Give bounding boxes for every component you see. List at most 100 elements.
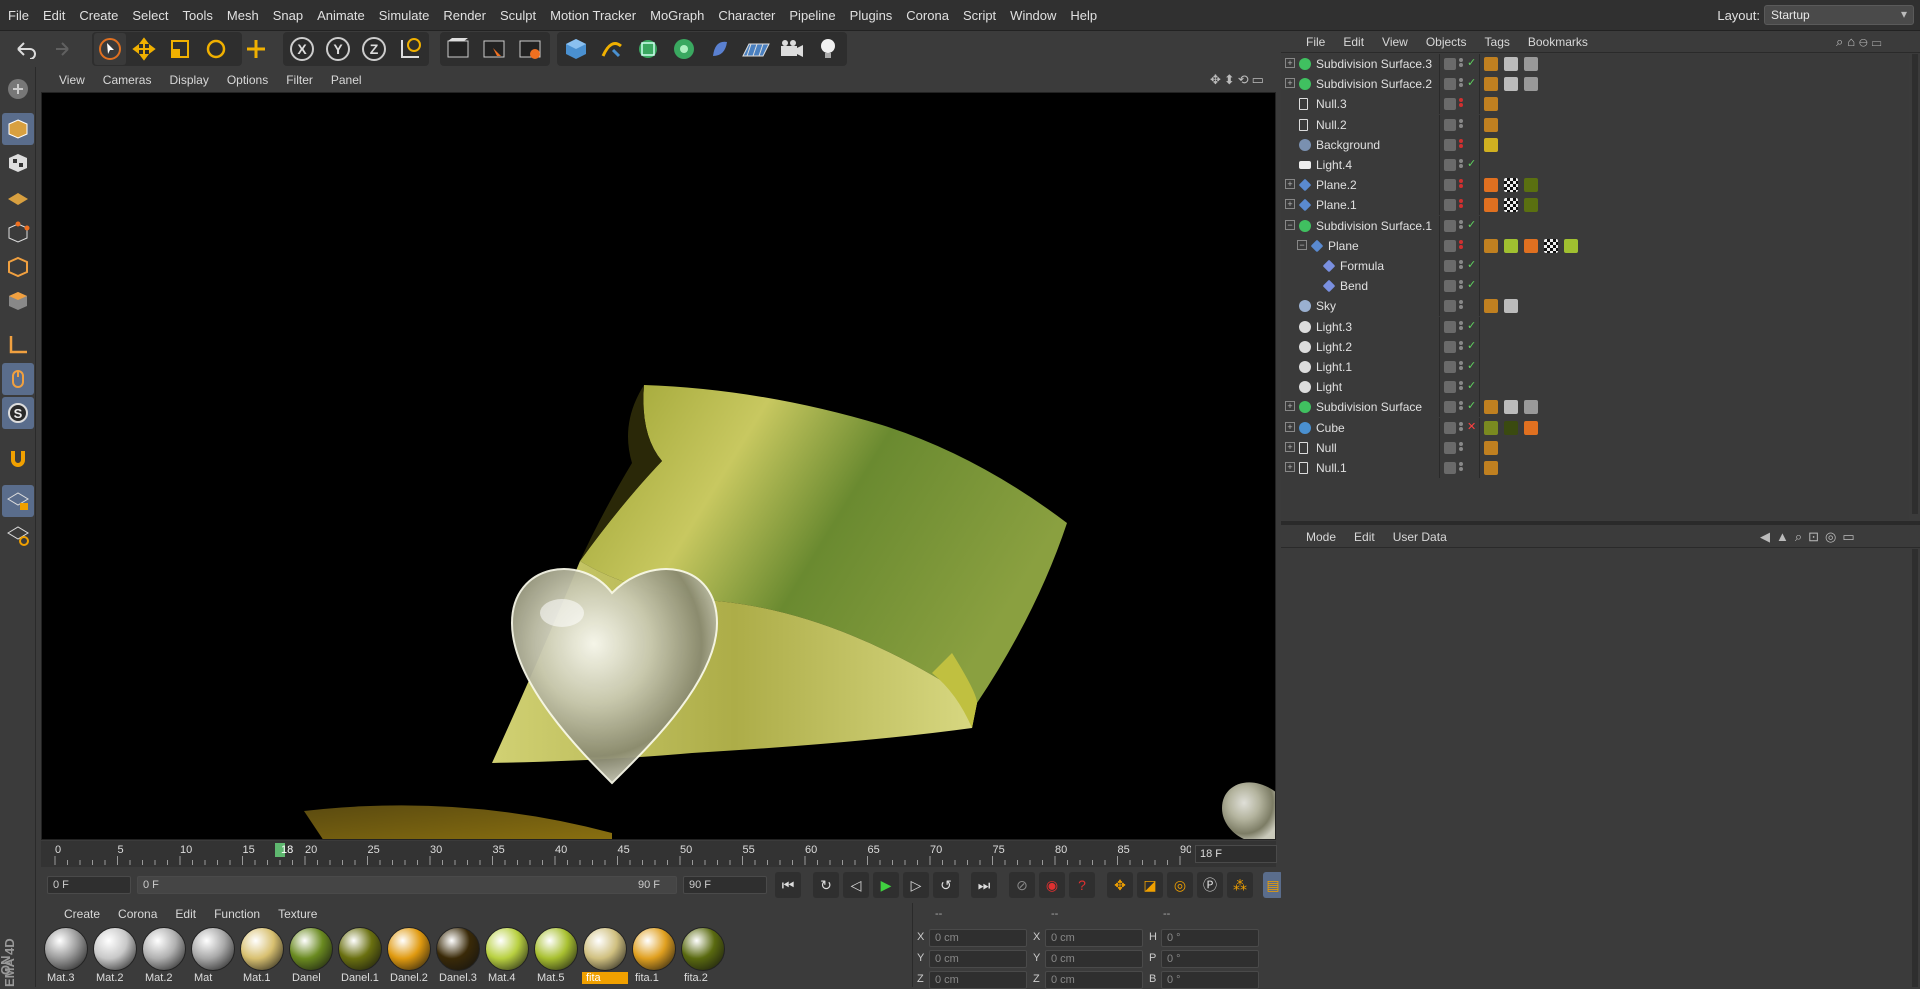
visibility-dots-icon[interactable]: [1459, 360, 1465, 374]
viewport-menu-view[interactable]: View: [50, 73, 94, 87]
menu-tools[interactable]: Tools: [176, 8, 220, 23]
object-tag-icon[interactable]: [1544, 238, 1558, 253]
menu-edit[interactable]: Edit: [36, 8, 72, 23]
menu-animate[interactable]: Animate: [310, 8, 372, 23]
material-menu-corona[interactable]: Corona: [109, 907, 166, 921]
render-settings-icon[interactable]: [514, 33, 546, 65]
viewport[interactable]: [41, 92, 1276, 840]
menu-window[interactable]: Window: [1003, 8, 1063, 23]
object-name[interactable]: Subdivision Surface.1: [1316, 219, 1432, 233]
next-frame-icon[interactable]: ▷: [903, 872, 929, 898]
object-name[interactable]: Null.2: [1316, 118, 1347, 132]
enabled-check-icon[interactable]: ✓: [1467, 339, 1476, 352]
object-manager-nav-icons[interactable]: ⌕⌂⊖▭: [1836, 34, 1886, 50]
object-tag-icon[interactable]: [1484, 238, 1498, 253]
object-row[interactable]: Background: [1281, 134, 1909, 155]
model-mode-icon[interactable]: [2, 113, 34, 145]
menu-pipeline[interactable]: Pipeline: [782, 8, 842, 23]
light-bulb-icon[interactable]: [812, 33, 844, 65]
go-to-end-icon[interactable]: ⏭: [971, 872, 997, 898]
object-name[interactable]: Bend: [1340, 279, 1368, 293]
expand-toggle-icon[interactable]: −: [1297, 239, 1307, 250]
layer-icon[interactable]: [1444, 340, 1456, 353]
previous-key-icon[interactable]: ↻: [813, 872, 839, 898]
menu-character[interactable]: Character: [711, 8, 782, 23]
coord-size-field[interactable]: 0 cm: [1045, 929, 1143, 947]
visibility-dots-icon[interactable]: [1459, 441, 1465, 455]
enabled-check-icon[interactable]: ✓: [1467, 218, 1476, 231]
object-name[interactable]: Subdivision Surface.3: [1316, 57, 1432, 71]
layer-icon[interactable]: [1444, 462, 1456, 474]
attribute-menu-mode[interactable]: Mode: [1297, 530, 1345, 544]
visibility-dots-icon[interactable]: [1459, 198, 1465, 212]
coord-rotation-field[interactable]: 0 °: [1161, 971, 1259, 989]
menu-create[interactable]: Create: [72, 8, 125, 23]
layer-icon[interactable]: [1444, 361, 1456, 373]
layer-icon[interactable]: [1444, 118, 1456, 131]
object-name[interactable]: Light.2: [1316, 340, 1352, 354]
menu-mesh[interactable]: Mesh: [220, 8, 266, 23]
object-tag-icon[interactable]: [1504, 178, 1518, 193]
record-active-icon[interactable]: ⊘: [1009, 872, 1035, 898]
object-row[interactable]: Light.2 ✓: [1281, 336, 1909, 357]
layer-icon[interactable]: [1444, 199, 1456, 212]
object-tag-icon[interactable]: [1484, 57, 1498, 71]
layer-icon[interactable]: [1444, 401, 1456, 414]
layer-icon[interactable]: [1444, 239, 1456, 252]
viewport-menu-panel[interactable]: Panel: [322, 73, 371, 87]
object-tag-icon[interactable]: [1484, 97, 1498, 112]
viewport-menu-filter[interactable]: Filter: [277, 73, 322, 87]
object-name[interactable]: Light.4: [1316, 158, 1352, 172]
viewport-menu-cameras[interactable]: Cameras: [94, 73, 161, 87]
coordinate-system-icon[interactable]: [394, 33, 426, 65]
object-tag-icon[interactable]: [1484, 461, 1498, 475]
snap-magnet-icon[interactable]: [2, 443, 34, 475]
material-swatch[interactable]: Mat: [190, 927, 236, 987]
enabled-check-icon[interactable]: ✓: [1467, 319, 1476, 332]
menu-select[interactable]: Select: [125, 8, 175, 23]
visibility-dots-icon[interactable]: [1459, 158, 1465, 172]
object-row[interactable]: + Null: [1281, 437, 1909, 458]
visibility-dots-icon[interactable]: [1459, 299, 1465, 313]
layer-icon[interactable]: [1444, 98, 1456, 111]
object-tag-icon[interactable]: [1504, 57, 1518, 71]
object-tag-icon[interactable]: [1504, 420, 1518, 435]
object-manager-scrollbar[interactable]: [1912, 54, 1918, 514]
menu-simulate[interactable]: Simulate: [372, 8, 437, 23]
object-name[interactable]: Null.1: [1316, 461, 1347, 475]
expand-toggle-icon[interactable]: −: [1285, 219, 1295, 230]
rotate-icon[interactable]: [200, 33, 232, 65]
expand-toggle-icon[interactable]: +: [1285, 441, 1295, 452]
attribute-menu-edit[interactable]: Edit: [1345, 530, 1384, 544]
visibility-dots-icon[interactable]: [1459, 259, 1465, 273]
disabled-cross-icon[interactable]: ✕: [1467, 420, 1476, 433]
layer-icon[interactable]: [1444, 381, 1456, 394]
planar-workplane-icon[interactable]: [2, 519, 34, 551]
object-row[interactable]: Light.4 ✓: [1281, 155, 1909, 175]
menu-file[interactable]: File: [0, 8, 36, 23]
layer-icon[interactable]: [1444, 138, 1456, 151]
render-picture-viewer-icon[interactable]: [478, 33, 510, 65]
object-name[interactable]: Plane.1: [1316, 198, 1357, 212]
coord-rotation-field[interactable]: 0 °: [1161, 929, 1259, 947]
enabled-check-icon[interactable]: ✓: [1467, 258, 1476, 271]
points-mode-icon[interactable]: [2, 217, 34, 249]
attribute-nav-icons[interactable]: ◀▲⌕⊡◎▭: [1760, 529, 1861, 545]
expand-toggle-icon[interactable]: +: [1285, 179, 1295, 190]
object-row[interactable]: + Null.1: [1281, 458, 1909, 478]
expand-toggle-icon[interactable]: +: [1285, 462, 1295, 472]
object-menu-file[interactable]: File: [1297, 35, 1334, 49]
material-swatch[interactable]: Mat.3: [43, 927, 89, 987]
visibility-dots-icon[interactable]: [1459, 400, 1465, 414]
menu-motion-tracker[interactable]: Motion Tracker: [543, 8, 643, 23]
attribute-scrollbar[interactable]: [1912, 549, 1918, 987]
autokey-icon[interactable]: ◉: [1039, 872, 1065, 898]
coord-size-field[interactable]: 0 cm: [1045, 950, 1143, 968]
material-swatch[interactable]: Danel.2: [386, 927, 432, 987]
parameter-key-icon[interactable]: Ⓟ: [1197, 872, 1223, 898]
visibility-dots-icon[interactable]: [1459, 97, 1465, 111]
material-swatch[interactable]: Mat.4: [484, 927, 530, 987]
timeline-window-icon[interactable]: ▤: [1263, 872, 1283, 898]
workplane-mode-icon[interactable]: [2, 181, 34, 213]
cloner-icon[interactable]: [668, 33, 700, 65]
